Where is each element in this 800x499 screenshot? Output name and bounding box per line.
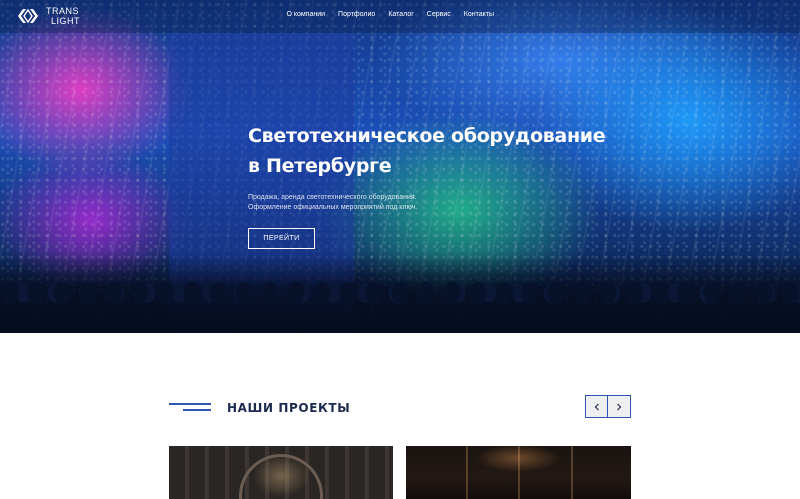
project-card-2-light-beam	[466, 446, 468, 499]
logo[interactable]: TRANS LIGHT	[16, 6, 80, 26]
logo-text-line-2: LIGHT	[51, 16, 81, 26]
project-card-2-light-beam	[571, 446, 573, 499]
nav-item-service[interactable]: Сервис	[427, 11, 451, 18]
projects-title: НАШИ ПРОЕКТЫ	[227, 401, 351, 415]
site-header: TRANS LIGHT О компании Портфолио Каталог…	[0, 0, 800, 33]
hero-title-line-2: в Петербурге	[248, 155, 392, 177]
logo-mark-icon	[18, 8, 38, 24]
hero-crowd-silhouette	[0, 253, 800, 333]
accent-line-top	[169, 403, 211, 405]
hero-title: Светотехническое оборудование в Петербур…	[248, 121, 606, 181]
hero-title-line-1: Светотехническое оборудование	[248, 125, 606, 147]
projects-section-header: НАШИ ПРОЕКТЫ	[169, 395, 631, 421]
carousel-prev-button[interactable]	[585, 395, 608, 418]
project-card-1-image	[239, 454, 323, 499]
projects-carousel-controls	[585, 395, 631, 418]
accent-line-bottom	[183, 409, 211, 411]
chevron-right-icon	[617, 403, 622, 410]
hero-description: Продажа, аренда светотехнического оборуд…	[248, 193, 417, 213]
hero-banner: Светотехническое оборудование в Петербур…	[0, 0, 800, 333]
project-card-2-light-beam	[518, 446, 520, 499]
logo-text: TRANS LIGHT	[46, 6, 80, 26]
chevron-left-icon	[594, 403, 599, 410]
nav-item-catalog[interactable]: Каталог	[388, 11, 413, 18]
hero-description-line-2: Оформление официальных мероприятий под к…	[248, 204, 418, 211]
nav-item-contacts[interactable]: Контакты	[464, 11, 494, 18]
nav-item-about[interactable]: О компании	[286, 11, 325, 18]
carousel-next-button[interactable]	[608, 395, 631, 418]
project-card-2[interactable]	[406, 446, 631, 499]
section-accent-lines	[169, 403, 211, 411]
hero-description-line-1: Продажа, аренда светотехнического оборуд…	[248, 194, 417, 201]
nav-item-portfolio[interactable]: Портфолио	[338, 11, 375, 18]
hero-cta-button[interactable]: ПЕРЕЙТИ	[248, 228, 315, 249]
logo-text-line-1: TRANS	[46, 6, 80, 16]
main-nav: О компании Портфолио Каталог Сервис Конт…	[286, 11, 494, 18]
project-card-1[interactable]	[169, 446, 393, 499]
